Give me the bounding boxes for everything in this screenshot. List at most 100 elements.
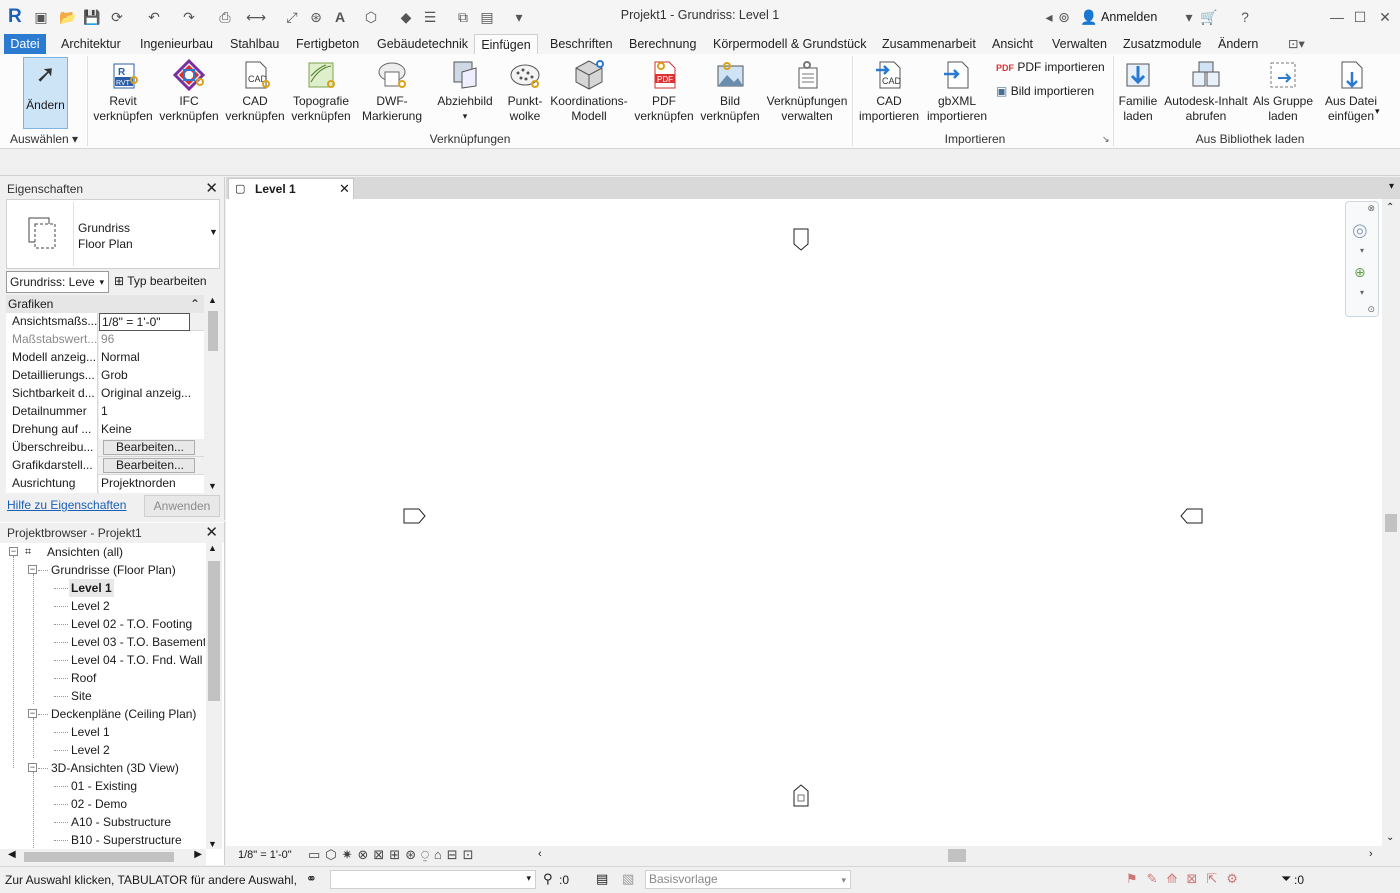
property-value[interactable]: Keine xyxy=(99,421,204,439)
wheel-dropdown-icon[interactable]: ▾ xyxy=(1360,246,1364,255)
property-row[interactable]: Sichtbarkeit d... Original anzeig... xyxy=(6,385,204,403)
tab-koerpermodell[interactable]: Körpermodell & Grundstück xyxy=(713,34,867,54)
design-option-select[interactable]: Basisvorlage ▾ xyxy=(645,870,851,889)
import-dialog-launcher-icon[interactable]: ↘ xyxy=(1102,134,1110,145)
undo-icon[interactable]: ↶ xyxy=(145,8,163,26)
revit-link-button[interactable]: RVT R Revit verknüpfen xyxy=(92,58,154,124)
property-row[interactable]: Detailnummer 1 xyxy=(6,403,204,421)
collapse-toggle-icon[interactable]: − xyxy=(9,547,18,556)
elevation-marker-north[interactable] xyxy=(793,228,809,255)
text-icon[interactable]: A xyxy=(331,8,349,26)
tag-icon[interactable]: ⊛ xyxy=(307,8,325,26)
signin-dropdown-icon[interactable]: ▾ xyxy=(1180,8,1198,26)
tab-gebaeudetechnik[interactable]: Gebäudetechnik xyxy=(377,34,468,54)
property-value[interactable]: Grob xyxy=(99,367,204,385)
tab-berechnung[interactable]: Berechnung xyxy=(629,34,696,54)
sync-icon[interactable]: ⟳ xyxy=(108,8,126,26)
drawing-canvas[interactable]: ⊗ ◎ ▾ ⊕ ▾ ⊙ xyxy=(226,199,1382,846)
elevation-marker-west[interactable] xyxy=(403,508,427,527)
properties-help-link[interactable]: Hilfe zu Eigenschaften xyxy=(7,498,126,512)
hscroll-right-icon[interactable]: › xyxy=(1369,848,1373,860)
browser-view-item[interactable]: Level 2 xyxy=(0,597,205,615)
manage-links-button[interactable]: Verknüpfungen verwalten xyxy=(764,58,850,124)
view-control-icons[interactable]: ▭⬡✷⊗⊠⊞⊛⍜⌂⊟⊡ xyxy=(308,847,479,863)
minimize-icon[interactable]: — xyxy=(1328,8,1346,26)
tab-einfuegen[interactable]: Einfügen xyxy=(474,34,538,54)
browser-view-item[interactable]: Roof xyxy=(0,669,205,687)
properties-scrollbar[interactable]: ▲ ▼ xyxy=(206,295,220,491)
3d-view-icon[interactable]: ⬡ xyxy=(362,8,380,26)
ribbon-display-toggle-icon[interactable]: ⊡▾ xyxy=(1288,34,1305,54)
modify-button[interactable]: ➚ Ändern xyxy=(23,57,68,129)
tab-beschriften[interactable]: Beschriften xyxy=(550,34,613,54)
aligned-dimension-icon[interactable]: ⤢ xyxy=(283,8,301,26)
apply-button[interactable]: Anwenden xyxy=(144,495,220,517)
zoom-icon[interactable]: ⊕ xyxy=(1354,264,1366,281)
load-as-group-button[interactable]: Als Gruppe laden xyxy=(1250,58,1316,124)
property-row[interactable]: Grafikdarstell... Bearbeiten... xyxy=(6,457,204,475)
browser-view-item[interactable]: B10 - Superstructure xyxy=(0,831,205,849)
property-row[interactable]: Detaillierungs... Grob xyxy=(6,367,204,385)
image-import-button[interactable]: ▣ Bild importieren xyxy=(996,84,1094,98)
gbxml-import-button[interactable]: gbXML importieren xyxy=(922,58,992,124)
workset-select[interactable]: ▾ xyxy=(330,870,536,889)
browser-view-item[interactable]: Level 04 - T.O. Fnd. Wall xyxy=(0,651,205,669)
close-hidden-icon[interactable]: ⧉ xyxy=(454,8,472,26)
maximize-icon[interactable]: ☐ xyxy=(1351,8,1369,26)
user-icon[interactable]: 👤 xyxy=(1080,8,1098,26)
switch-windows-icon[interactable]: ▤ xyxy=(478,8,496,26)
canvas-vscrollbar[interactable]: ⌃ ⌄ xyxy=(1382,199,1400,846)
tab-architektur[interactable]: Architektur xyxy=(61,34,121,54)
zoom-dropdown-icon[interactable]: ▾ xyxy=(1360,288,1364,297)
cad-import-button[interactable]: CAD CAD importieren xyxy=(856,58,922,124)
collapse-toggle-icon[interactable]: − xyxy=(28,565,37,574)
design-options-icon[interactable]: ▤ xyxy=(596,871,608,887)
save-icon[interactable]: 💾 xyxy=(83,8,101,26)
property-row[interactable]: Überschreibu... Bearbeiten... xyxy=(6,439,204,457)
image-link-button[interactable]: Bild verknüpfen xyxy=(698,58,762,124)
browser-view-item[interactable]: Level 2 xyxy=(0,741,205,759)
property-row[interactable]: Modell anzeig... Normal xyxy=(6,349,204,367)
browser-group-item[interactable]: − Grundrisse (Floor Plan) xyxy=(0,561,205,579)
browser-group-item[interactable]: − 3D-Ansichten (3D View) xyxy=(0,759,205,777)
print-icon[interactable]: ⎙ xyxy=(216,8,234,26)
browser-hscrollbar[interactable]: ◀ ▶ xyxy=(0,849,206,865)
property-value[interactable]: 1 xyxy=(99,403,204,421)
instance-filter-select[interactable]: Grundriss: Leve ▾ xyxy=(6,271,109,293)
tab-aendern[interactable]: Ändern xyxy=(1218,34,1258,54)
point-cloud-button[interactable]: Punkt-wolke xyxy=(500,58,550,124)
binoculars-icon[interactable]: ⊚ xyxy=(1055,8,1073,26)
property-value[interactable]: Normal xyxy=(99,349,204,367)
browser-group-item[interactable]: − Deckenpläne (Ceiling Plan) xyxy=(0,705,205,723)
pdf-import-button[interactable]: PDF PDF importieren xyxy=(996,60,1105,74)
close-icon[interactable]: ✕ xyxy=(205,523,218,543)
decal-button[interactable]: Abziehbild ▾ xyxy=(434,58,496,124)
workset-icon[interactable]: ⚭ xyxy=(306,871,317,887)
cad-link-button[interactable]: CAD CAD verknüpfen xyxy=(224,58,286,124)
close-navbar-icon[interactable]: ⊗ xyxy=(1367,203,1375,214)
section-icon[interactable]: ◆ xyxy=(397,8,415,26)
revit-logo[interactable]: R xyxy=(8,6,22,28)
property-row[interactable]: Maßstabswert... 96 xyxy=(6,331,204,349)
recent-files-icon[interactable]: ▣ xyxy=(32,8,50,26)
type-selector[interactable]: Grundriss Floor Plan ▼ xyxy=(6,199,220,269)
type-dropdown-icon[interactable]: ▼ xyxy=(209,227,218,237)
tab-fertigbeton[interactable]: Fertigbeton xyxy=(296,34,359,54)
dwf-markup-button[interactable]: DWF- Markierung xyxy=(356,58,428,124)
property-row[interactable]: Ansichtsmaßs... 1/8" = 1'-0" xyxy=(6,313,204,331)
steering-wheel-icon[interactable]: ◎ xyxy=(1352,220,1368,241)
collapse-icon[interactable]: ⌃ xyxy=(190,295,200,313)
browser-view-item[interactable]: Level 1 xyxy=(0,723,205,741)
tab-ansicht[interactable]: Ansicht xyxy=(992,34,1033,54)
browser-view-item[interactable]: 02 - Demo xyxy=(0,795,205,813)
elevation-marker-south[interactable] xyxy=(793,783,809,810)
coordination-model-button[interactable]: Koordinations- Modell xyxy=(548,58,630,124)
measure-icon[interactable]: ⟷ xyxy=(246,8,266,26)
editable-only-icon[interactable]: ▧ xyxy=(622,871,634,887)
edit-type-button[interactable]: ⊞ Typ bearbeiten xyxy=(114,271,220,293)
browser-view-item[interactable]: Level 1 xyxy=(0,579,205,597)
signin-label[interactable]: Anmelden xyxy=(1101,10,1157,24)
browser-group-item[interactable]: − ⌗ Ansichten (all) xyxy=(0,543,205,561)
tab-list-dropdown-icon[interactable]: ▾ xyxy=(1389,181,1394,192)
selection-filter-icon[interactable]: ⚲ xyxy=(543,871,553,887)
